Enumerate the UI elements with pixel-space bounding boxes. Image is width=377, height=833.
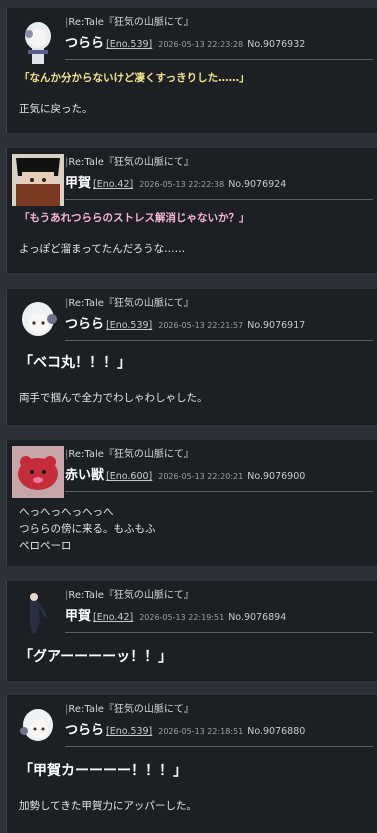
post-number[interactable]: No.9076894 <box>228 612 286 623</box>
post-body: 「グアーーーーッ！！」 <box>19 649 369 666</box>
speech-line: 「ベコ丸！！！」 <box>19 355 131 371</box>
action-text: へっへっへっへっへ <box>19 506 114 518</box>
eno-link[interactable]: [Eno.42] <box>93 612 133 623</box>
post: |Re:Tale『狂気の山脈にて』 甲賀 [Eno.42] 2026-05-13 2… <box>6 148 377 273</box>
action-text: よっぽど溜まってたんだろうな…… <box>19 243 186 255</box>
post-header: |Re:Tale『狂気の山脈にて』 つらら [Eno.539] 2026-05-13… <box>65 16 373 60</box>
post-header: |Re:Tale『狂気の山脈にて』 赤い獣 [Eno.600] 2026-05-13… <box>65 448 373 492</box>
avatar-koga[interactable] <box>12 587 64 639</box>
avatar-tsurara[interactable] <box>12 701 64 753</box>
post-date: 2026-05-13 22:18:51 <box>158 727 244 736</box>
location-link[interactable]: Re:Tale『狂気の山脈にて』 <box>68 590 194 601</box>
post-body: 「もうあれつららのストレス解消じゃないか？」 よっぽど溜まってたんだろうな…… <box>19 210 369 258</box>
post-date: 2026-05-13 22:20:21 <box>158 472 244 481</box>
speech-line: 「もうあれつららのストレス解消じゃないか？」 <box>19 212 250 224</box>
post-date: 2026-05-13 22:19:51 <box>139 613 225 622</box>
post-body: へっへっへっへっへ つららの傍に来る。もふもふ ペロペーロ <box>19 504 369 555</box>
character-name[interactable]: つらら <box>65 317 104 332</box>
eno-link[interactable]: [Eno.600] <box>106 471 152 482</box>
avatar-tsurara[interactable] <box>12 14 64 66</box>
avatar-tsurara[interactable] <box>12 295 64 347</box>
post-number[interactable]: No.9076900 <box>247 471 305 482</box>
post: |Re:Tale『狂気の山脈にて』 甲賀 [Eno.42] 2026-05-13 2… <box>6 581 377 681</box>
post-header: |Re:Tale『狂気の山脈にて』 甲賀 [Eno.42] 2026-05-13 2… <box>65 589 373 633</box>
post: |Re:Tale『狂気の山脈にて』 つらら [Eno.539] 2026-05-13… <box>6 695 377 833</box>
post-number[interactable]: No.9076917 <box>247 320 305 331</box>
action-text: ペロペーロ <box>19 540 72 552</box>
eno-link[interactable]: [Eno.539] <box>106 726 152 737</box>
avatar-red-beast[interactable] <box>12 446 64 498</box>
character-name[interactable]: 甲賀 <box>65 176 91 191</box>
post-body: 「ベコ丸！！！」 両手で掴んで全力でわしゃわしゃした。 <box>19 355 369 407</box>
action-text: 正気に戻った。 <box>19 103 93 115</box>
location-link[interactable]: Re:Tale『狂気の山脈にて』 <box>68 17 194 28</box>
post-number[interactable]: No.9076924 <box>228 179 286 190</box>
post-body: 「甲賀カーーーー！！！」 加勢してきた甲賀力にアッパーした。 <box>19 763 369 815</box>
post-date: 2026-05-13 22:21:57 <box>158 321 244 330</box>
avatar-koga[interactable] <box>12 154 64 206</box>
eno-link[interactable]: [Eno.539] <box>106 320 152 331</box>
post-feed: |Re:Tale『狂気の山脈にて』 つらら [Eno.539] 2026-05-13… <box>0 0 377 833</box>
character-name[interactable]: 甲賀 <box>65 609 91 624</box>
post-number[interactable]: No.9076880 <box>247 726 305 737</box>
post: |Re:Tale『狂気の山脈にて』 つらら [Eno.539] 2026-05-13… <box>6 289 377 425</box>
speech-line: 「なんか分からないけど凄くすっきりした……」 <box>19 72 250 84</box>
post-header: |Re:Tale『狂気の山脈にて』 つらら [Eno.539] 2026-05-13… <box>65 703 373 747</box>
location-link[interactable]: Re:Tale『狂気の山脈にて』 <box>68 298 194 309</box>
location-link[interactable]: Re:Tale『狂気の山脈にて』 <box>68 449 194 460</box>
post: |Re:Tale『狂気の山脈にて』 つらら [Eno.539] 2026-05-13… <box>6 8 377 133</box>
post-number[interactable]: No.9076932 <box>247 39 305 50</box>
speech-line: 「グアーーーーッ！！」 <box>19 649 173 665</box>
post-date: 2026-05-13 22:22:38 <box>139 180 225 189</box>
action-text: つららの傍に来る。もふもふ <box>19 523 156 535</box>
action-text: 加勢してきた甲賀力にアッパーした。 <box>19 800 197 812</box>
eno-link[interactable]: [Eno.539] <box>106 39 152 50</box>
eno-link[interactable]: [Eno.42] <box>93 179 133 190</box>
speech-line: 「甲賀カーーーー！！！」 <box>19 763 187 779</box>
location-link[interactable]: Re:Tale『狂気の山脈にて』 <box>68 704 194 715</box>
location-link[interactable]: Re:Tale『狂気の山脈にて』 <box>68 157 194 168</box>
post-body: 「なんか分からないけど凄くすっきりした……」 正気に戻った。 <box>19 70 369 118</box>
post-header: |Re:Tale『狂気の山脈にて』 甲賀 [Eno.42] 2026-05-13 2… <box>65 156 373 200</box>
character-name[interactable]: つらら <box>65 36 104 51</box>
post-date: 2026-05-13 22:23:28 <box>158 40 244 49</box>
character-name[interactable]: 赤い獣 <box>65 468 104 483</box>
character-name[interactable]: つらら <box>65 723 104 738</box>
post: |Re:Tale『狂気の山脈にて』 赤い獣 [Eno.600] 2026-05-13… <box>6 440 377 566</box>
post-header: |Re:Tale『狂気の山脈にて』 つらら [Eno.539] 2026-05-13… <box>65 297 373 341</box>
action-text: 両手で掴んで全力でわしゃわしゃした。 <box>19 392 208 404</box>
